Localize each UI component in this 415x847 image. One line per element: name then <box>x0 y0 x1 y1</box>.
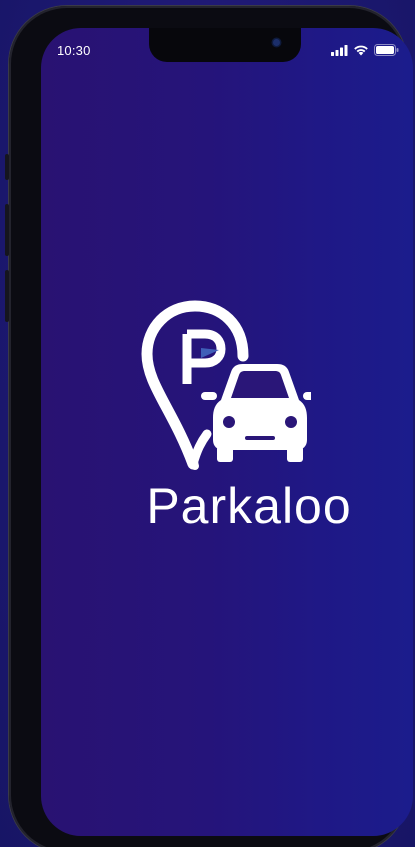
wifi-icon <box>354 45 368 56</box>
silent-switch <box>5 154 9 180</box>
parking-letter-p <box>182 329 226 384</box>
status-icons <box>331 44 399 56</box>
battery-icon <box>374 44 399 56</box>
phone-frame: 10:30 Parkaloo <box>5 6 413 847</box>
notch <box>149 28 301 62</box>
page-backdrop: 10:30 Parkaloo <box>0 0 415 847</box>
volume-up-button <box>5 204 9 256</box>
app-name: Parkaloo <box>146 478 352 534</box>
volume-down-button <box>5 270 9 322</box>
signal-icon <box>331 44 348 56</box>
front-camera <box>273 39 280 46</box>
splash-screen: 10:30 Parkaloo <box>41 28 413 836</box>
status-time: 10:30 <box>57 43 91 58</box>
parking-pin-car-logo <box>141 300 311 470</box>
